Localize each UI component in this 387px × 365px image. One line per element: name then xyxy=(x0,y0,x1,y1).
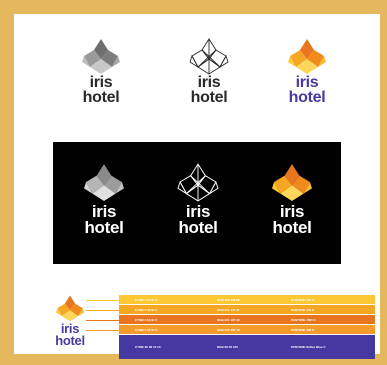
brand-line-hotel: hotel xyxy=(55,332,85,348)
palette-rgb: RGB 69 56 160 xyxy=(217,345,238,349)
logo-color-inverse: iris hotel xyxy=(257,162,327,235)
iris-flower-icon xyxy=(82,39,120,74)
palette-pantone: PANTONE 1505 C xyxy=(291,317,316,322)
palette-pantone: PANTONE 130 C xyxy=(291,297,315,302)
palette-row-blue: CYMK 90 90 10 10 RGB 69 56 160 PANTONE R… xyxy=(119,335,375,359)
logo-outline-inverse: iris hotel xyxy=(163,162,233,235)
palette-cmyk: CYMK 0 60 91 0 xyxy=(135,327,158,332)
palette-cmyk: CYMK 0 60 91 0 xyxy=(135,297,158,302)
connector-line xyxy=(86,300,120,301)
palette-pantone: PANTONE 144 C xyxy=(291,307,315,312)
palette-cmyk: CYMK 0 60 91 0 xyxy=(135,307,158,312)
palette-row-orange: CYMK 0 60 91 0 RGB 241 147 31 PANTONE 14… xyxy=(119,305,375,314)
logo-grayscale-inverse: iris hotel xyxy=(69,162,139,235)
logo-outline: iris hotel xyxy=(174,37,244,105)
brand-line-hotel: hotel xyxy=(84,217,124,237)
palette-rgb: RGB 242 156 46 xyxy=(217,327,240,332)
brand-line-hotel: hotel xyxy=(288,88,326,106)
iris-flower-icon xyxy=(272,164,312,201)
iris-flower-icon xyxy=(189,38,229,75)
black-background-panel: iris hotel iris hotel iris hotel xyxy=(53,142,341,264)
iris-flower-icon xyxy=(56,295,84,322)
palette-rgb: RGB 241 147 31 xyxy=(217,307,240,312)
logo-grayscale: iris hotel xyxy=(66,37,136,105)
brand-line-hotel: hotel xyxy=(178,217,218,237)
connector-line xyxy=(86,320,120,321)
palette-cmyk: CYMK 90 90 10 10 xyxy=(135,345,161,349)
brand-line-hotel: hotel xyxy=(82,88,120,106)
brand-line-hotel: hotel xyxy=(272,217,312,237)
connector-line xyxy=(86,310,120,311)
palette-row-yellow: CYMK 0 60 91 0 RGB 240 176 88 PANTONE 13… xyxy=(119,295,375,304)
iris-flower-icon xyxy=(177,163,219,202)
palette-pantone: PANTONE 138 C xyxy=(291,327,315,332)
iris-flower-icon xyxy=(288,39,326,74)
connector-line xyxy=(86,330,120,331)
brand-sheet: iris hotel iris hotel iris hotel iris ho… xyxy=(14,14,380,359)
brand-line-hotel: hotel xyxy=(190,88,228,106)
palette-row-dark-orange: CYMK 0 60 91 0 RGB 231 107 33 PANTONE 15… xyxy=(119,315,375,324)
logo-color: iris hotel xyxy=(272,37,342,105)
palette-pantone: PANTONE Reflex Blue C xyxy=(291,345,326,349)
palette-rgb: RGB 240 176 88 xyxy=(217,297,240,302)
palette-cmyk: CYMK 0 60 91 0 xyxy=(135,317,158,322)
palette-row-amber: CYMK 0 60 91 0 RGB 242 156 46 PANTONE 13… xyxy=(119,325,375,334)
palette-rgb: RGB 231 107 33 xyxy=(217,317,240,322)
color-palette-table: CYMK 0 60 91 0 RGB 240 176 88 PANTONE 13… xyxy=(119,295,375,359)
iris-flower-icon xyxy=(84,164,124,201)
